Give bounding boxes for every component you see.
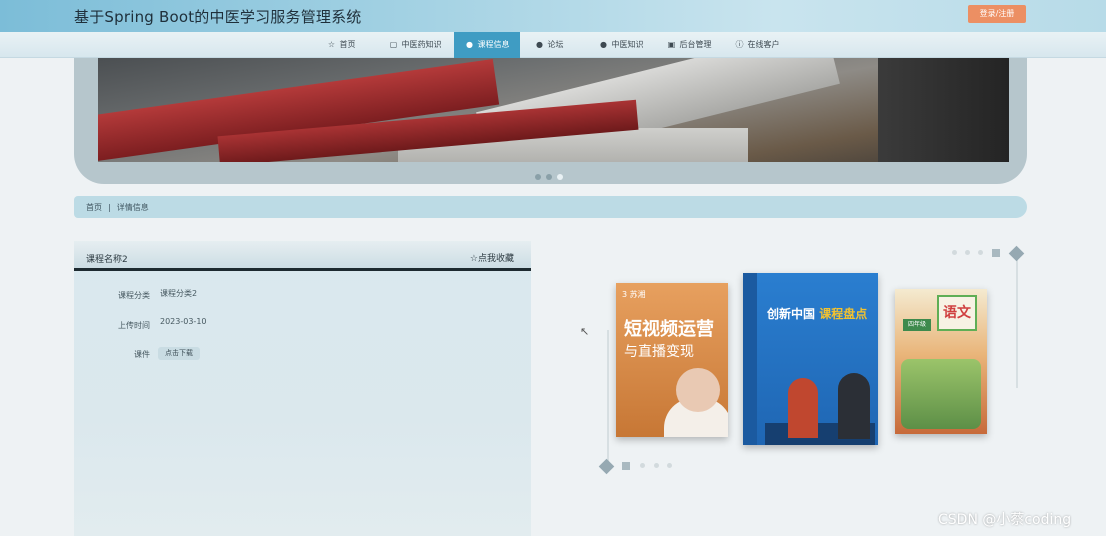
nav-item-label: 中医药知识 <box>401 40 442 49</box>
banner-image <box>98 58 1009 162</box>
carousel-dots <box>535 174 563 180</box>
carousel-dot[interactable] <box>535 174 541 180</box>
book-title: 创新中国 课程盘点 <box>767 307 868 321</box>
breadcrumb-separator: | <box>108 202 111 212</box>
carousel-rail <box>607 330 609 462</box>
carousel-dot-active[interactable] <box>557 174 563 180</box>
carousel-indicator[interactable] <box>992 249 1000 257</box>
login-register-button[interactable]: 登录/注册 <box>968 5 1026 23</box>
nav-item-admin[interactable]: ▣ 后台管理 <box>656 32 722 58</box>
carousel-nav-diamond[interactable] <box>1008 245 1025 262</box>
course-details-panel: 课程名称2 ☆点我收藏 <box>74 241 531 536</box>
book-cover[interactable]: 语文 四年级 <box>895 289 987 434</box>
carousel-indicator[interactable] <box>667 463 672 468</box>
book-title: 短视频运营 <box>624 319 714 340</box>
field-label: 上传时间 <box>118 321 150 330</box>
nav-item-label: 课程信息 <box>477 40 510 49</box>
course-category-value: 课程分类2 <box>160 289 198 298</box>
nav-item-label: 在线客户 <box>747 40 780 49</box>
download-button[interactable]: 点击下载 <box>158 347 200 360</box>
panel-header: 课程名称2 ☆点我收藏 <box>74 241 531 271</box>
carousel-indicator[interactable] <box>654 463 659 468</box>
nav-item-forum[interactable]: ● 论坛 <box>524 32 574 58</box>
dot-icon: ● <box>600 40 607 49</box>
site-title: 基于Spring Boot的中医学习服务管理系统 <box>74 8 362 26</box>
favorite-button[interactable]: ☆点我收藏 <box>470 251 514 264</box>
dot-icon: ● <box>536 40 543 49</box>
book-grade: 四年级 <box>903 319 931 331</box>
carousel-indicator[interactable] <box>622 462 630 470</box>
nav-item-online-service[interactable]: ⓘ 在线客户 <box>724 32 790 58</box>
nav-item-home[interactable]: ☆ 首页 <box>310 32 372 58</box>
field-label: 课程分类 <box>118 291 150 300</box>
dot-icon: ● <box>466 40 473 49</box>
publisher-logo: 3 苏湘 <box>622 290 646 299</box>
breadcrumb-current: 详情信息 <box>116 202 149 212</box>
nav-item-tcm-knowledge[interactable]: ▢ 中医药知识 <box>378 32 452 58</box>
main-nav: ☆ 首页 ▢ 中医药知识 ● 课程信息 ● 论坛 ● 中医知识 ▣ 后台管理 ⓘ… <box>0 32 1106 58</box>
nav-item-label: 首页 <box>339 40 356 49</box>
site-header: 基于Spring Boot的中医学习服务管理系统 登录/注册 <box>0 0 1106 32</box>
nav-item-course-info[interactable]: ● 课程信息 <box>454 32 520 58</box>
book-title: 语文 <box>937 295 977 331</box>
book-subtitle: 与直播变现 <box>624 344 694 360</box>
nav-item-label: 后台管理 <box>679 40 712 49</box>
info-icon: ⓘ <box>735 40 744 49</box>
course-name: 课程名称2 <box>86 255 128 265</box>
watermark: CSDN @小蔡coding <box>938 512 1072 528</box>
book-cover[interactable]: 创新中国 课程盘点 <box>743 273 878 445</box>
carousel-nav-diamond[interactable] <box>598 458 615 475</box>
carousel-indicator[interactable] <box>952 250 957 255</box>
nav-item-label: 中医知识 <box>611 40 644 49</box>
star-icon: ☆ <box>327 40 336 49</box>
carousel-indicator[interactable] <box>978 250 983 255</box>
carousel-indicator[interactable] <box>965 250 970 255</box>
breadcrumb: 首页 | 详情信息 <box>74 196 1027 218</box>
carousel-rail <box>1016 256 1018 388</box>
carousel-indicator[interactable] <box>640 463 645 468</box>
nav-item-label: 论坛 <box>547 40 564 49</box>
nav-item-tcm-info[interactable]: ● 中医知识 <box>588 32 654 58</box>
carousel-dot[interactable] <box>546 174 552 180</box>
book-cover[interactable]: 3 苏湘 短视频运营 与直播变现 <box>616 283 728 437</box>
banner-carousel <box>74 58 1027 184</box>
upload-time-value: 2023-03-10 <box>160 317 207 326</box>
calendar-icon: ▣ <box>667 40 676 49</box>
mouse-cursor-icon: ↖ <box>580 325 590 338</box>
breadcrumb-home[interactable]: 首页 <box>86 202 102 213</box>
field-label: 课件 <box>134 350 150 359</box>
bag-icon: ▢ <box>389 40 398 49</box>
